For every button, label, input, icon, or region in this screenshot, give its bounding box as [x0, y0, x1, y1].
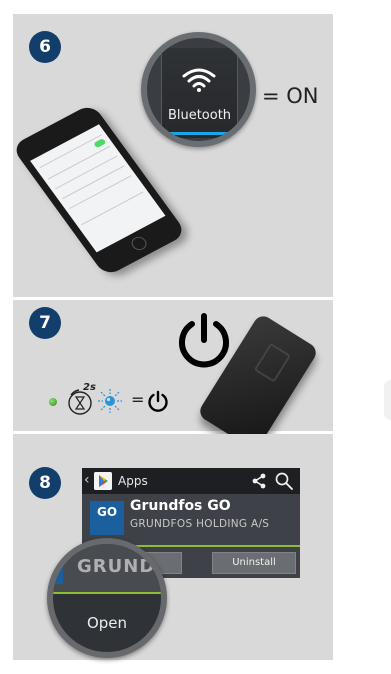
grundfos-go-app-icon: GO: [90, 501, 124, 535]
step-8-badge: 8: [29, 467, 61, 499]
bluetooth-magnifier: Bluetooth: [141, 32, 256, 147]
device-logo-icon: [253, 342, 292, 383]
power-icon-small: [148, 390, 168, 412]
magnified-app-name: GRUNDI: [77, 556, 163, 577]
bluetooth-tile: Bluetooth: [161, 48, 238, 138]
wifi-icon: [182, 68, 216, 92]
step-7-number: 7: [39, 313, 51, 333]
uninstall-button[interactable]: Uninstall: [212, 552, 296, 574]
store-action-bar: ‹ Apps: [82, 468, 300, 494]
app-icon-text: GO: [96, 505, 118, 519]
app-developer: GRUNDFOS HOLDING A/S: [130, 518, 270, 530]
store-title: Apps: [118, 474, 148, 488]
home-button-icon: [128, 234, 150, 253]
power-icon: [179, 313, 229, 368]
bluetooth-active-bar: [170, 132, 229, 135]
step-7-badge: 7: [29, 307, 61, 339]
step-8-number: 8: [39, 473, 51, 493]
open-button[interactable]: Open: [53, 614, 161, 632]
green-led-icon: [49, 398, 57, 406]
step-6-panel: 6 Bluetooth = ON: [10, 14, 333, 297]
magnified-app-icon: [53, 554, 63, 584]
toggle-on-icon: [93, 138, 107, 149]
bluetooth-on-text: = ON: [262, 84, 319, 108]
step-7-panel: 7 2s =: [13, 300, 333, 452]
magnified-app-header: GRUNDI: [53, 544, 161, 592]
open-button-magnifier: GRUNDI Open: [47, 538, 167, 658]
step-6-badge: 6: [29, 31, 61, 63]
search-icon[interactable]: [274, 471, 294, 491]
app-name: Grundfos GO: [130, 498, 231, 514]
equals-sign: =: [131, 390, 145, 409]
timer-duration: 2s: [83, 382, 96, 393]
back-chevron-icon[interactable]: ‹: [84, 472, 90, 488]
share-icon[interactable]: [250, 472, 268, 490]
phone-settings-screen: [30, 124, 166, 253]
play-store-icon[interactable]: [94, 472, 112, 490]
magnified-accent-divider: [53, 592, 161, 594]
step-6-number: 6: [39, 37, 51, 57]
step-8-panel: 8 ‹ Apps GO Grundfos GO GRUNDFOS HOLDING…: [13, 434, 333, 660]
power-on-instruction: 2s =: [47, 382, 197, 416]
bluetooth-label: Bluetooth: [167, 108, 232, 123]
blue-blink-icon: [98, 389, 122, 413]
adjacent-page-edge: [384, 380, 391, 420]
